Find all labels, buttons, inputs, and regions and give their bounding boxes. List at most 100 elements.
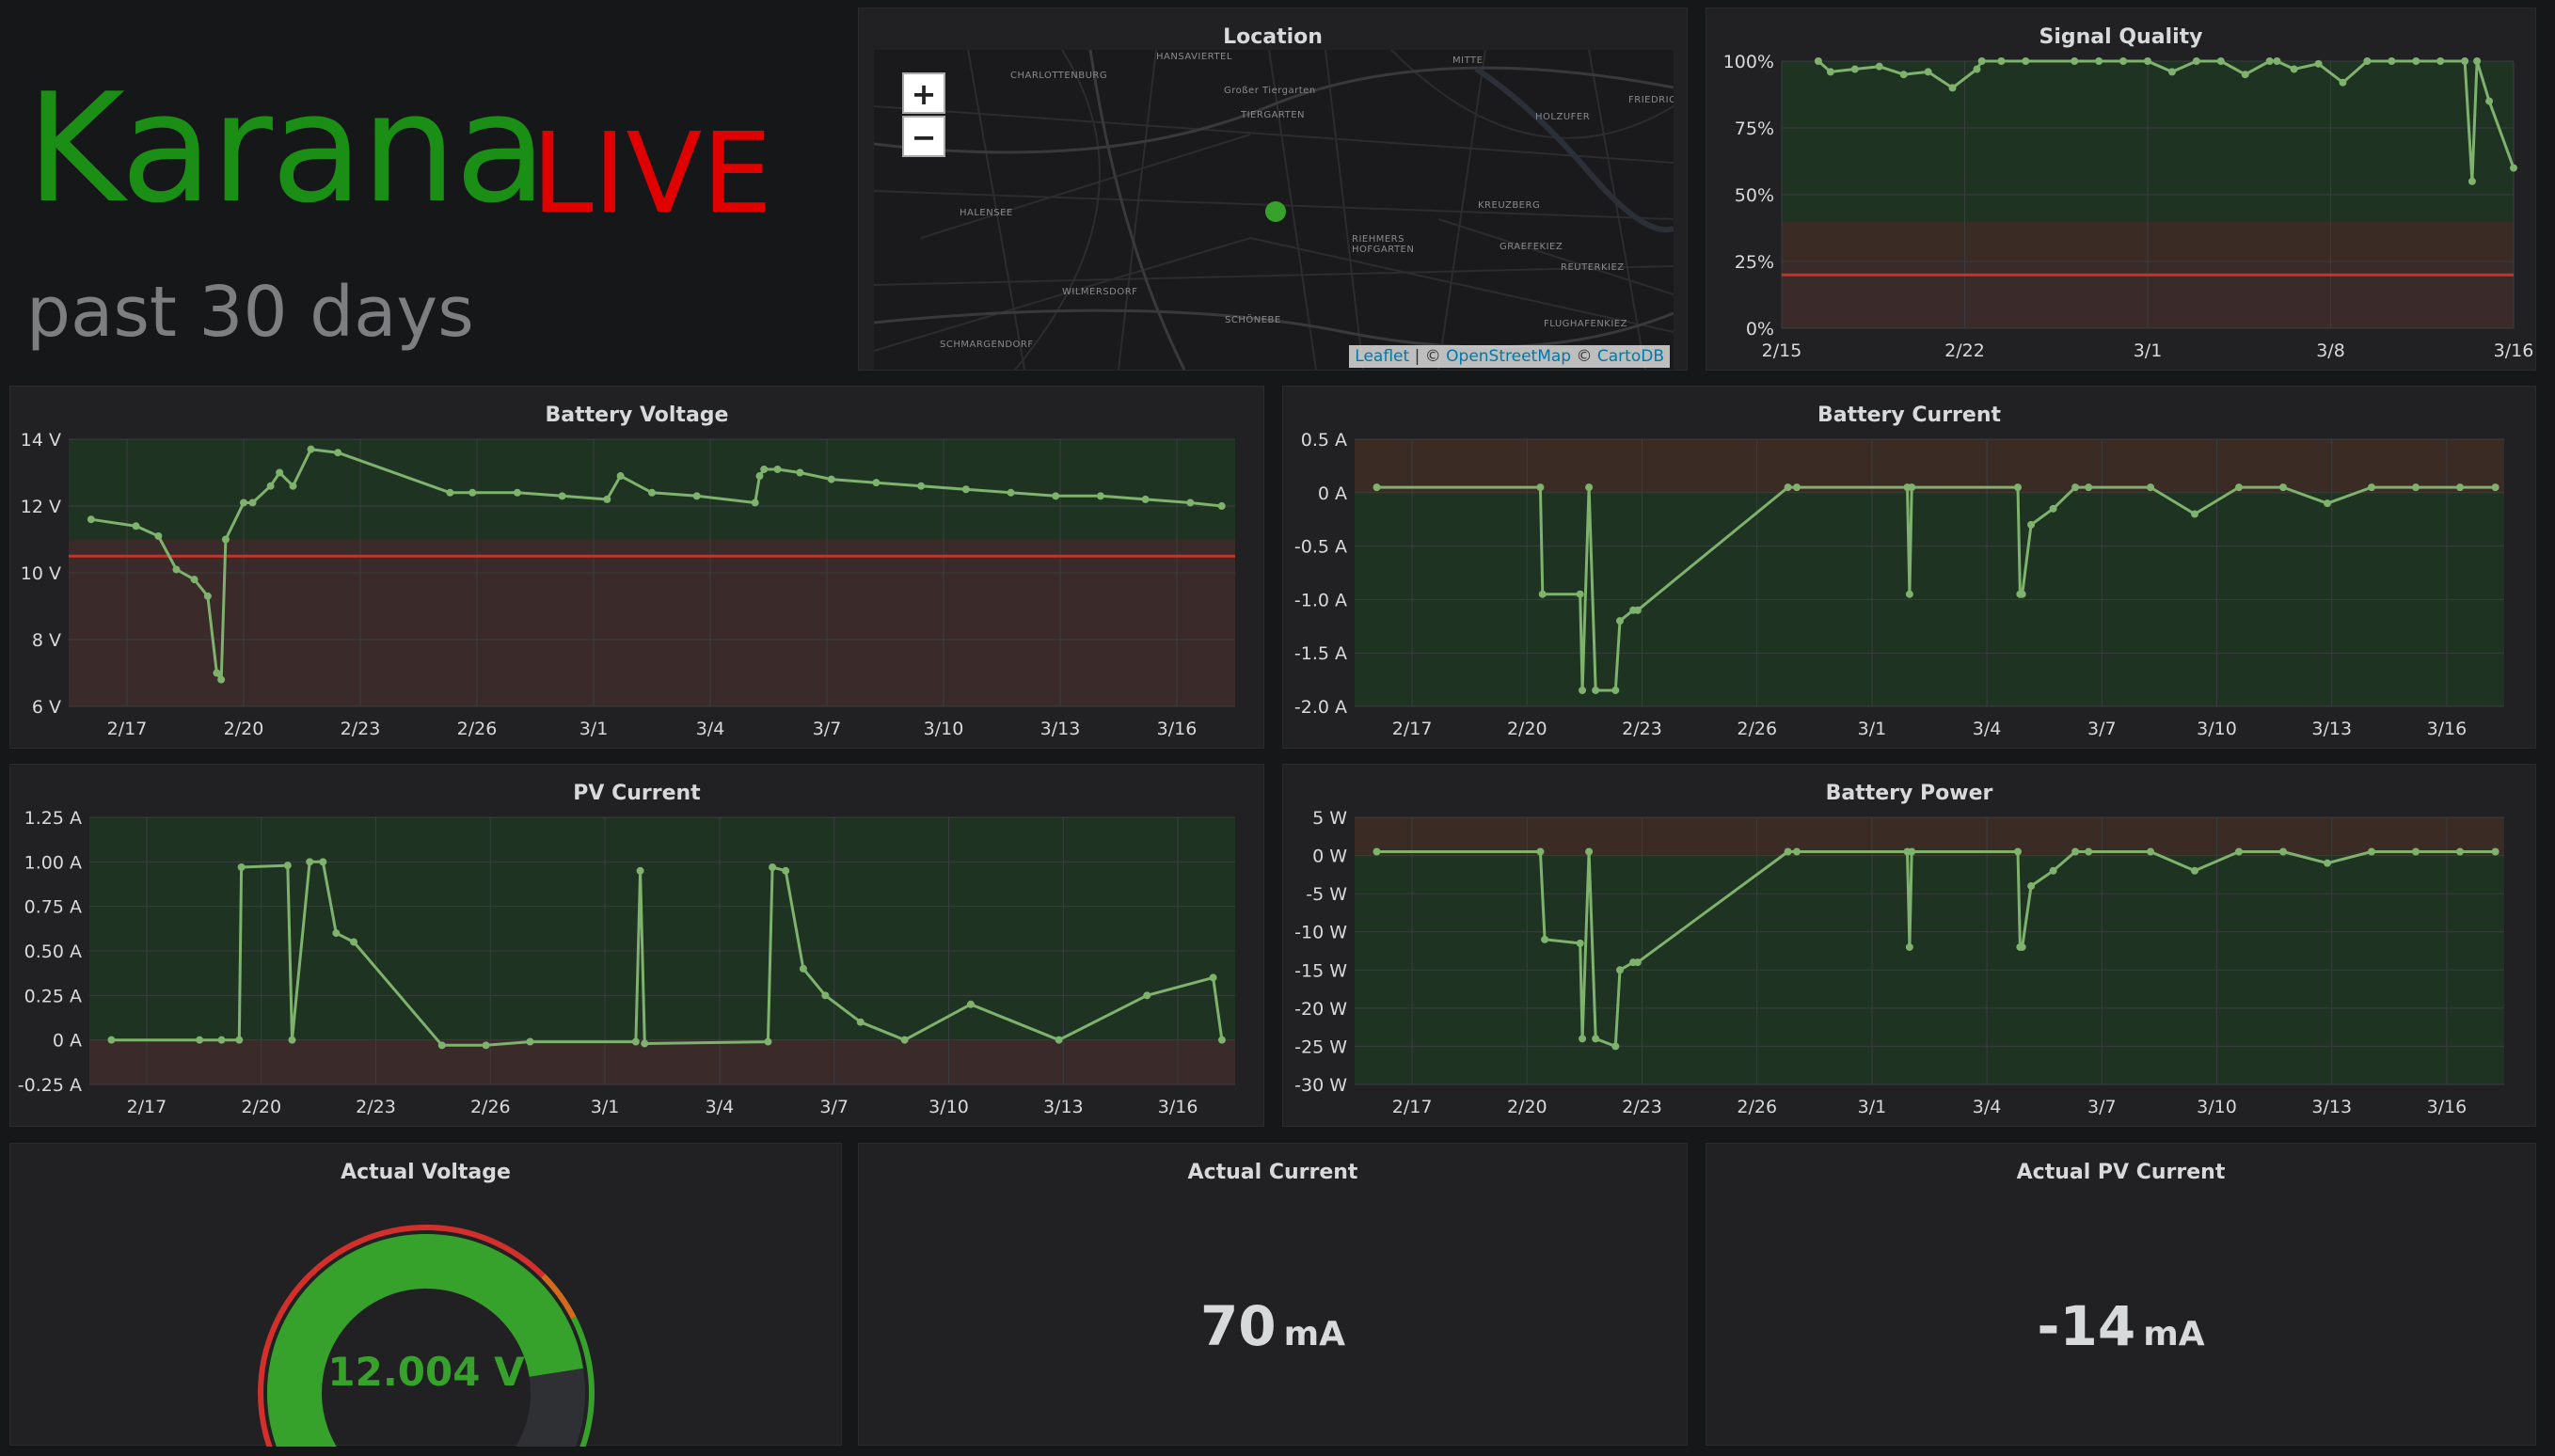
y-tick-label: 0 A	[1318, 483, 1347, 504]
data-point	[782, 866, 790, 875]
map-label: KREUZBERG	[1478, 200, 1541, 211]
x-tick-label: 2/23	[1622, 1097, 1662, 1117]
data-point	[1616, 966, 1624, 974]
data-point	[1977, 57, 1986, 65]
actual-pv-current-panel: Actual PV Current -14 mA	[1706, 1143, 2536, 1446]
data-point	[1186, 499, 1195, 507]
attribution-separator: | ©	[1409, 347, 1447, 366]
data-point	[1536, 847, 1545, 856]
map-label: FLUGHAFENKIEZ	[1544, 319, 1627, 329]
cartodb-link[interactable]: CartoDB	[1597, 347, 1664, 366]
data-point	[526, 1037, 534, 1046]
y-tick-label: 14 V	[21, 430, 61, 451]
location-map[interactable]: CHARLOTTENBURG HANSAVIERTEL MITTE Großer…	[874, 50, 1674, 370]
panel-title-actual-pv-current: Actual PV Current	[2016, 1161, 2226, 1184]
x-tick-label: 2/20	[1507, 1097, 1547, 1117]
data-point	[513, 488, 521, 497]
data-point	[1585, 483, 1594, 492]
data-point	[468, 488, 477, 497]
data-point	[2167, 68, 2176, 76]
data-point	[2368, 847, 2375, 856]
data-point	[1592, 686, 1600, 694]
data-point	[307, 445, 315, 453]
y-tick-label: 0.50 A	[24, 942, 82, 962]
data-point	[2436, 57, 2445, 65]
osm-link[interactable]: OpenStreetMap	[1446, 347, 1571, 366]
data-point	[213, 669, 221, 677]
battery-power-chart[interactable]: 5 W 0 W -5 W -10 W -15 W -20 W -25 W -30 W 2/17 2…	[1283, 765, 2537, 1128]
data-point	[2192, 57, 2200, 65]
voltage-gauge: 12.004 V	[258, 1225, 595, 1456]
data-point	[217, 1036, 226, 1044]
data-point	[769, 863, 777, 872]
data-point	[248, 499, 257, 507]
x-tick-label: 2/17	[127, 1097, 167, 1117]
y-tick-label: 12 V	[21, 497, 61, 517]
data-point	[1948, 84, 1957, 92]
x-tick-label: 3/7	[2087, 719, 2117, 739]
time-range-label: past 30 days	[26, 272, 474, 353]
brand-live-label: LIVE	[532, 108, 772, 238]
data-point	[760, 465, 769, 473]
y-tick-label: -15 W	[1294, 960, 1347, 981]
data-point	[1633, 606, 1642, 614]
data-point	[636, 866, 644, 875]
data-point	[2241, 71, 2249, 79]
y-tick-label: -5 W	[1306, 884, 1347, 905]
battery-current-chart[interactable]: 0.5 A 0 A -0.5 A -1.0 A -1.5 A -2.0 A 2/17 2/20…	[1283, 387, 2537, 750]
x-tick-label: 3/16	[1158, 1097, 1198, 1117]
data-point	[2191, 866, 2198, 875]
data-point	[2273, 57, 2281, 65]
actual-current-number: 70	[1199, 1294, 1277, 1358]
zoom-in-button[interactable]: +	[902, 72, 945, 114]
map-label: HALENSEE	[960, 208, 1013, 218]
data-point	[2368, 483, 2375, 492]
data-point	[2027, 520, 2036, 529]
data-point	[190, 576, 198, 584]
data-point	[87, 515, 95, 524]
data-point	[1793, 483, 1801, 492]
x-tick-label: 3/4	[696, 719, 725, 739]
data-point	[2119, 57, 2128, 65]
signal-quality-chart[interactable]: 100% 75% 50% 25% 0%2/15 2/22 3/1 3/8 3/16	[1706, 8, 2537, 372]
x-tick-label: 3/8	[2316, 340, 2345, 361]
data-point	[2144, 57, 2151, 65]
pv-current-panel: PV Current 1.25 A 1.00 A 0.75 A 0.50 A 0.25 …	[9, 764, 1264, 1127]
data-point	[2027, 882, 2036, 891]
data-point	[1536, 483, 1545, 492]
data-point	[2235, 483, 2243, 492]
y-tick-label: 6 V	[32, 697, 61, 718]
x-tick-label: 3/13	[1040, 719, 1081, 739]
data-point	[1905, 590, 1913, 598]
battery-current-panel: Battery Current 0.5 A 0 A -0.5 A -1.0 A -1.5…	[1282, 386, 2536, 749]
data-point	[1007, 488, 1015, 497]
data-point	[2085, 483, 2093, 492]
actual-pv-current-unit: mA	[2143, 1315, 2205, 1353]
data-point	[288, 1036, 296, 1044]
data-point	[1616, 617, 1624, 625]
zoom-out-button[interactable]: −	[902, 116, 945, 157]
map-label: SCHÖNEBE	[1225, 315, 1281, 325]
data-point	[2473, 57, 2482, 65]
battery-voltage-chart[interactable]: 14 V 12 V 10 V 8 V 6 V 2/17 2/20 2/23 2/26 3/1 3/4…	[10, 387, 1265, 750]
x-tick-label: 2/23	[341, 719, 381, 739]
y-tick-label: 75%	[1735, 119, 1774, 139]
map-label: HOLZUFER	[1535, 112, 1591, 122]
map-attribution: Leaflet | © OpenStreetMap © CartoDB	[1349, 345, 1670, 368]
data-point	[196, 1036, 204, 1044]
data-point	[334, 449, 342, 457]
actual-current-value: 70 mA	[859, 1294, 1687, 1358]
data-point	[2491, 483, 2499, 492]
data-point	[1592, 1035, 1600, 1043]
panel-title-actual-voltage: Actual Voltage	[341, 1161, 511, 1184]
actual-voltage-panel: Actual Voltage 12.004 V	[9, 1143, 842, 1456]
data-point	[1096, 492, 1104, 500]
data-point	[172, 565, 181, 574]
data-point	[2468, 177, 2476, 185]
x-tick-label: 3/16	[1157, 719, 1198, 739]
location-panel: Location CHARLOTTENBURG HANSAVIERTEL MIT…	[858, 8, 1688, 371]
pv-current-chart[interactable]: 1.25 A 1.00 A 0.75 A 0.50 A 0.25 A 0 A -0.25 A…	[10, 765, 1265, 1128]
leaflet-link[interactable]: Leaflet	[1355, 347, 1409, 366]
data-point	[107, 1036, 116, 1044]
data-point	[2235, 847, 2243, 856]
